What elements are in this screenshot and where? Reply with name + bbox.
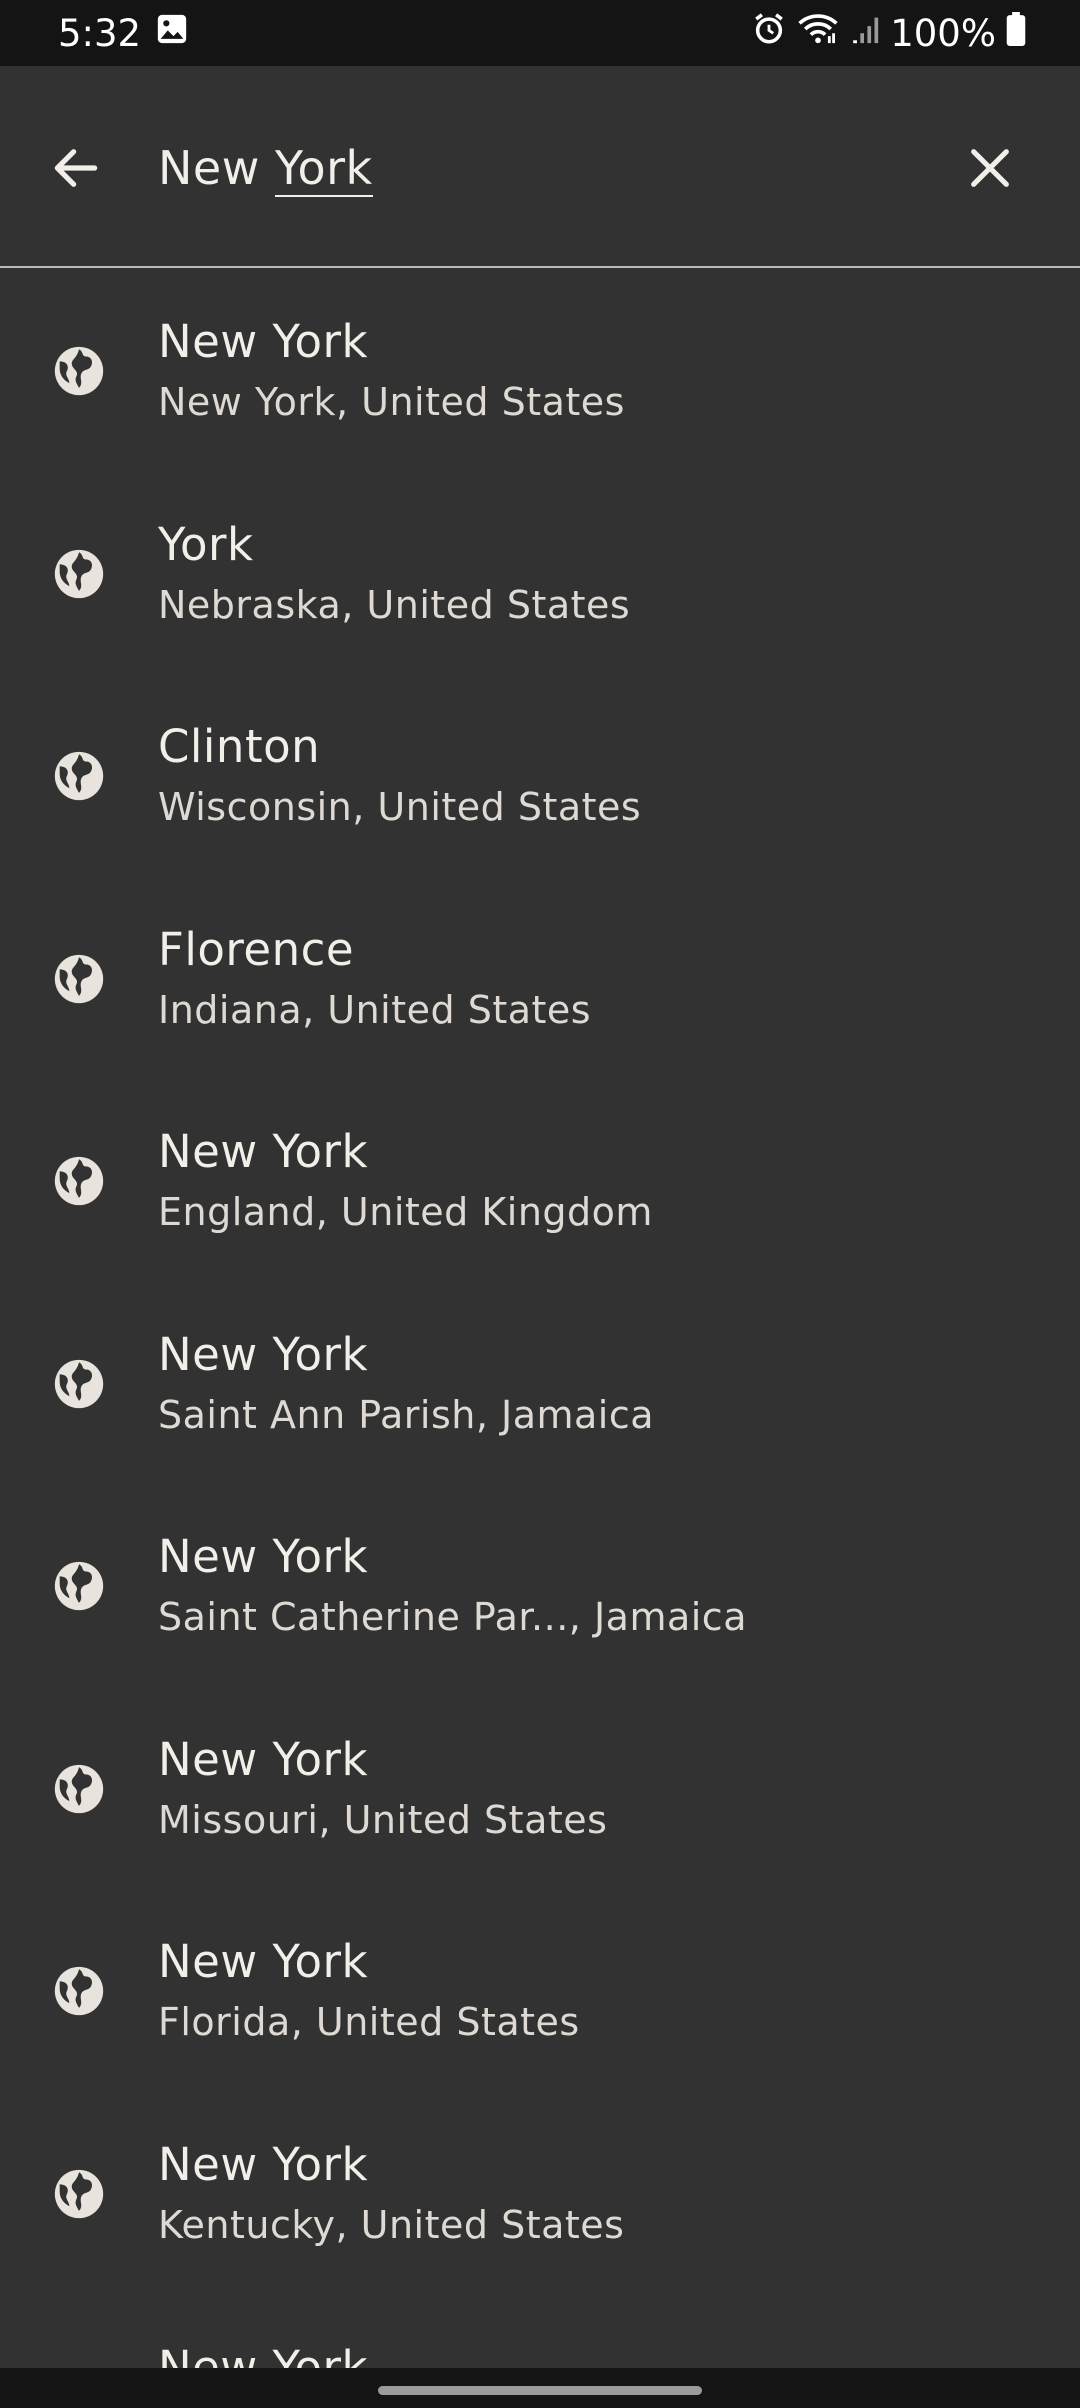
globe-icon (50, 1152, 108, 1210)
result-item[interactable]: York Nebraska, United States (0, 473, 1080, 676)
globe-icon (50, 1355, 108, 1413)
result-item[interactable]: New York Missouri, United States (0, 1688, 1080, 1891)
globe-icon (50, 342, 108, 400)
globe-icon (50, 1760, 108, 1818)
wifi-icon (796, 12, 840, 55)
result-city: New York (158, 315, 369, 368)
query-word: York (274, 141, 373, 197)
battery-icon (1006, 11, 1026, 55)
result-city: New York (158, 1935, 369, 1988)
result-item[interactable]: New York Kentucky, United States (0, 2093, 1080, 2296)
result-region: Kentucky, United States (158, 2202, 625, 2247)
result-item[interactable]: New York Saint Catherine Par..., Jamaica (0, 1485, 1080, 1688)
close-icon[interactable] (962, 140, 1018, 196)
result-item[interactable]: Clinton Wisconsin, United States (0, 675, 1080, 878)
status-time: 5:32 (58, 11, 142, 55)
result-city: Clinton (158, 720, 321, 773)
partial-result-city: New York (158, 2341, 369, 2368)
result-region: Missouri, United States (158, 1797, 608, 1842)
arrow-left-icon[interactable] (48, 140, 104, 196)
status-bar: 5:32 100% (0, 0, 1080, 66)
result-region: Saint Ann Parish, Jamaica (158, 1392, 655, 1437)
result-region: Wisconsin, United States (158, 785, 642, 829)
battery-percent: 100% (890, 11, 996, 55)
globe-icon (50, 2165, 108, 2223)
globe-icon (50, 1557, 108, 1615)
result-city: New York (158, 1530, 369, 1583)
result-region: Nebraska, United States (158, 582, 631, 627)
globe-icon (50, 950, 108, 1008)
result-city: Florence (158, 922, 355, 976)
search-bar: New York (0, 66, 1080, 268)
result-city: New York (158, 1327, 369, 1381)
signal-icon (850, 12, 880, 55)
result-item[interactable]: New York New York, United States (0, 270, 1080, 473)
result-region: Indiana, United States (158, 987, 592, 1032)
globe-icon (50, 1962, 108, 2020)
result-item[interactable]: Florence Indiana, United States (0, 878, 1080, 1081)
image-icon (155, 12, 189, 55)
globe-icon (50, 747, 108, 805)
result-region: England, United Kingdom (158, 1190, 653, 1234)
result-city: York (158, 517, 254, 571)
result-region: Florida, United States (158, 2000, 580, 2044)
result-city: New York (158, 1732, 369, 1786)
results-list: New York New York, United States York Ne… (0, 270, 1080, 2295)
result-item[interactable]: New York England, United Kingdom (0, 1080, 1080, 1283)
navigation-bar (0, 2368, 1080, 2408)
result-region: New York, United States (158, 380, 625, 424)
result-region: Saint Catherine Par..., Jamaica (158, 1595, 747, 1639)
result-item[interactable]: New York Florida, United States (0, 1890, 1080, 2093)
home-handle[interactable] (378, 2386, 702, 2395)
search-input[interactable]: New York (158, 140, 373, 197)
query-prefix: New (158, 141, 275, 195)
result-city: New York (158, 2137, 369, 2191)
result-city: New York (158, 1125, 369, 1178)
alarm-icon (752, 12, 786, 55)
partial-result-item[interactable]: New York (158, 2340, 368, 2368)
result-item[interactable]: New York Saint Ann Parish, Jamaica (0, 1283, 1080, 1486)
globe-icon (50, 545, 108, 603)
